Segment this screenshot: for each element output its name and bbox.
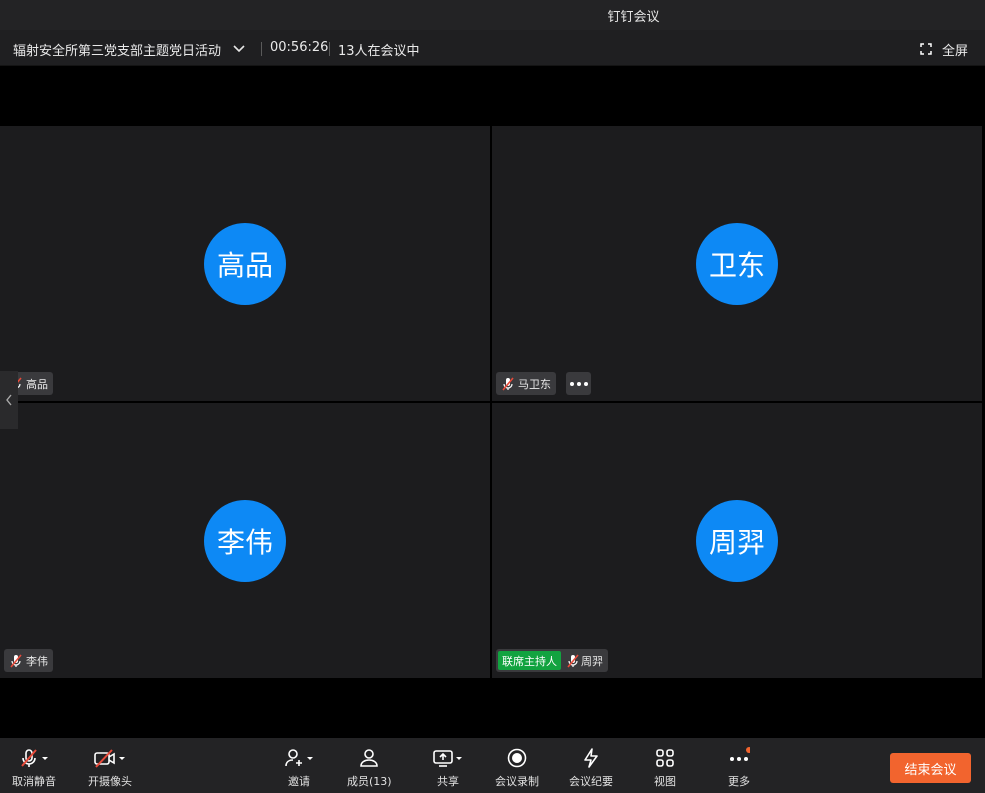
record-label: 会议录制 <box>495 775 539 788</box>
more-icon <box>730 747 750 761</box>
fullscreen-label: 全屏 <box>941 43 968 59</box>
previous-page-button[interactable] <box>0 371 18 429</box>
divider <box>329 42 330 56</box>
view-button[interactable]: 视图 <box>654 746 676 789</box>
share-label: 共享 <box>437 775 459 788</box>
participant-tile[interactable]: 卫东 马卫东 <box>492 126 982 401</box>
grid-view-icon <box>656 749 674 767</box>
participant-name-tag: 马卫东 <box>496 372 556 395</box>
camera-off-icon <box>94 749 115 768</box>
participant-more-button[interactable] <box>566 372 591 395</box>
record-button[interactable]: 会议录制 <box>495 746 539 789</box>
unmute-button[interactable]: 取消静音 <box>12 746 56 789</box>
camera-label: 开摄像头 <box>88 775 132 788</box>
mic-muted-icon <box>10 653 22 668</box>
minutes-label: 会议纪要 <box>569 775 613 788</box>
meeting-title[interactable]: 辐射安全所第三党支部主题党日活动 <box>13 40 221 59</box>
more-label: 更多 <box>728 775 750 788</box>
invite-button[interactable]: 邀请 <box>283 746 315 789</box>
co-host-badge: 联席主持人 <box>498 651 561 670</box>
window-titlebar: 钉钉会议 <box>0 0 985 30</box>
dot <box>576 381 581 386</box>
participant-tile[interactable]: 高品 高品 <box>0 126 490 401</box>
avatar: 高品 <box>204 223 286 305</box>
share-screen-icon <box>433 750 453 767</box>
caret-down-icon[interactable] <box>305 753 315 763</box>
participant-tile[interactable]: 周羿 联席主持人 周羿 <box>492 403 982 678</box>
mic-muted-icon <box>502 376 514 391</box>
lightning-icon <box>584 748 598 768</box>
participant-name: 周羿 <box>581 654 603 668</box>
members-icon <box>360 749 379 767</box>
more-button[interactable]: 更多 <box>728 746 750 789</box>
members-button[interactable]: 成员(13) <box>347 746 392 789</box>
participant-tile[interactable]: 李伟 李伟 <box>0 403 490 678</box>
mic-muted-icon <box>567 653 579 668</box>
meeting-info-bar: 辐射安全所第三党支部主题党日活动 00:56:26 13人在会议中 全屏 <box>0 30 985 66</box>
caret-down-icon[interactable] <box>454 753 464 763</box>
avatar: 周羿 <box>696 500 778 582</box>
chevron-left-icon <box>6 394 12 406</box>
meeting-toolbar: 取消静音 开摄像头 邀请 成员(13) 共享 会议录制 会议纪要 视图 更多 结… <box>0 738 985 793</box>
unmute-label: 取消静音 <box>12 775 56 788</box>
participant-name-tag: 李伟 <box>4 649 53 672</box>
participant-name-tag: 联席主持人 周羿 <box>496 649 608 672</box>
chevron-down-icon[interactable] <box>232 41 246 55</box>
record-icon <box>507 748 527 768</box>
invite-label: 邀请 <box>288 775 310 788</box>
video-stage: 高品 高品 卫东 马卫东 李伟 李伟 周羿 联席主持人 周羿 <box>0 66 985 738</box>
caret-down-icon[interactable] <box>40 753 50 763</box>
avatar: 卫东 <box>696 223 778 305</box>
video-grid: 高品 高品 卫东 马卫东 李伟 李伟 周羿 联席主持人 周羿 <box>0 126 982 678</box>
camera-button[interactable]: 开摄像头 <box>88 746 132 789</box>
fullscreen-button[interactable]: 全屏 <box>920 39 968 59</box>
avatar: 李伟 <box>204 500 286 582</box>
share-button[interactable]: 共享 <box>432 746 464 789</box>
participant-count: 13人在会议中 <box>338 44 420 59</box>
meeting-timer: 00:56:26 <box>270 40 329 55</box>
participant-name: 李伟 <box>26 654 48 668</box>
divider <box>261 42 262 56</box>
dot <box>583 381 588 386</box>
mic-muted-icon <box>21 749 37 767</box>
fullscreen-icon <box>920 43 932 55</box>
app-title: 钉钉会议 <box>607 10 660 25</box>
caret-down-icon[interactable] <box>117 753 127 763</box>
add-user-icon <box>285 749 302 767</box>
minutes-button[interactable]: 会议纪要 <box>569 746 613 789</box>
end-meeting-button[interactable]: 结束会议 <box>890 753 971 783</box>
participant-name: 马卫东 <box>518 377 551 391</box>
members-label: 成员(13) <box>347 775 392 788</box>
dot <box>569 381 574 386</box>
participant-name: 高品 <box>26 377 48 391</box>
view-label: 视图 <box>654 775 676 788</box>
